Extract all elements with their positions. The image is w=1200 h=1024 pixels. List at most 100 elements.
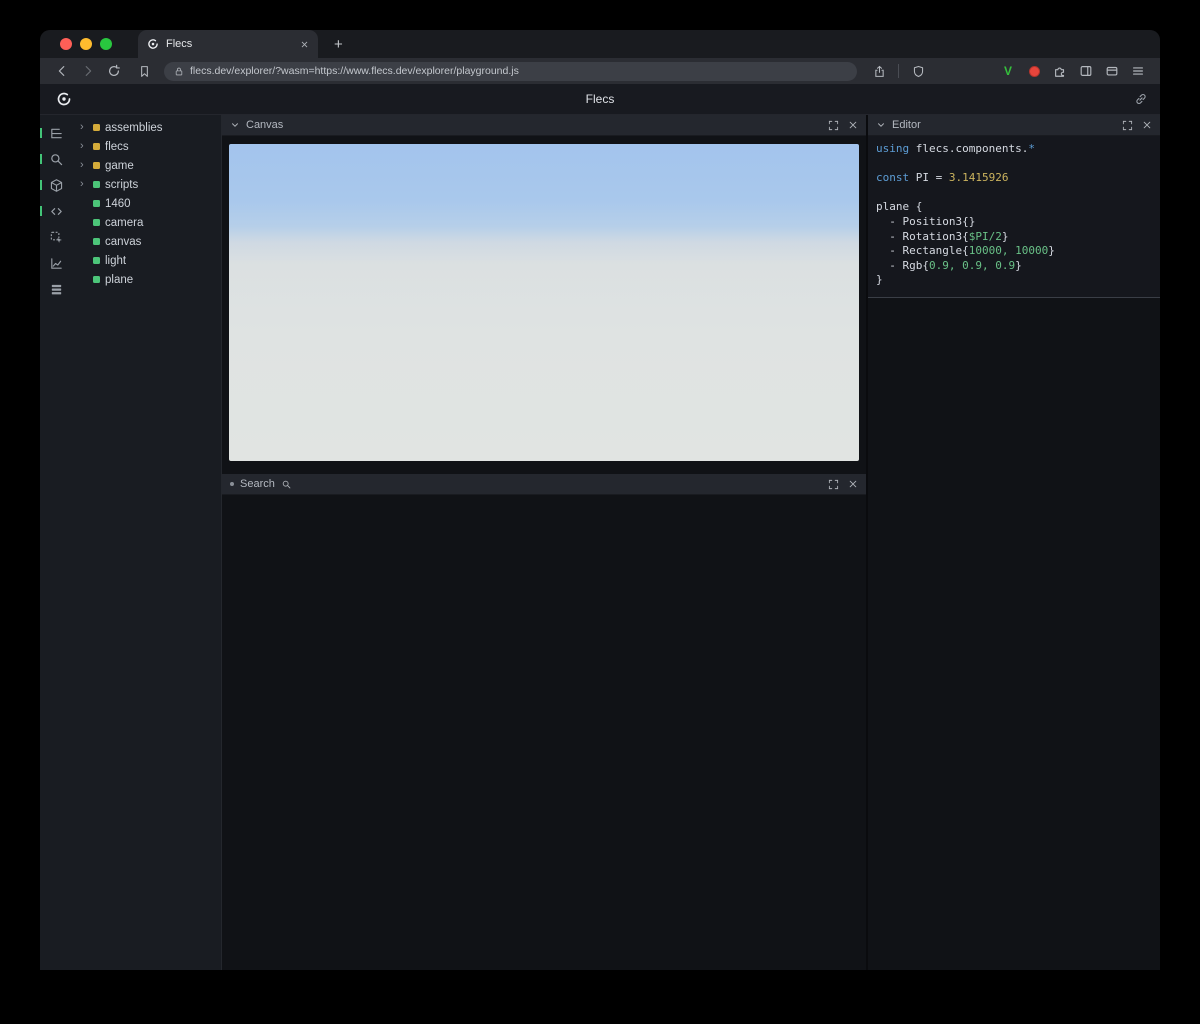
search-icon[interactable] (40, 146, 72, 172)
code-line[interactable]: using flecs.components.* (876, 142, 1160, 157)
red-extension-icon[interactable] (1024, 65, 1044, 77)
editor-panel-header: Editor (868, 115, 1160, 136)
tree-item-light[interactable]: light (72, 251, 221, 270)
close-panel-icon[interactable] (848, 120, 858, 131)
back-button[interactable] (52, 64, 72, 78)
bookmark-icon[interactable] (134, 65, 154, 78)
tree-item-label: plane (105, 273, 134, 286)
url-text: flecs.dev/explorer/?wasm=https://www.fle… (190, 65, 519, 77)
tab-close-icon[interactable] (300, 40, 309, 49)
tree-item-assemblies[interactable]: › assemblies (72, 118, 221, 137)
expand-arrow-icon[interactable]: › (80, 122, 88, 133)
expand-arrow-icon[interactable]: › (80, 141, 88, 152)
editor-code[interactable]: using flecs.components.* const PI = 3.14… (868, 136, 1160, 298)
expand-arrow-icon[interactable]: › (80, 179, 88, 190)
code-line[interactable] (876, 157, 1160, 172)
tab-bar: Flecs + (40, 30, 1160, 58)
icon-rail (40, 115, 72, 970)
tree-item-camera[interactable]: camera (72, 213, 221, 232)
search-panel-header[interactable]: Search (222, 474, 866, 495)
puzzle-extensions-icon[interactable] (1050, 64, 1070, 78)
canvas-panel-body (222, 136, 866, 461)
close-window-button[interactable] (60, 38, 72, 50)
magnifier-icon (281, 479, 292, 490)
traffic-lights (60, 38, 112, 50)
entity-color-swatch (93, 200, 100, 207)
tree-item-label: scripts (105, 178, 139, 191)
page-title: Flecs (585, 92, 615, 106)
inspect-cursor-icon[interactable] (40, 224, 72, 250)
expand-arrow-icon[interactable]: › (80, 160, 88, 171)
tree-item-label: assemblies (105, 121, 163, 134)
close-panel-icon[interactable] (1142, 120, 1152, 131)
expand-panel-icon[interactable] (1122, 120, 1133, 131)
entity-color-swatch (93, 143, 100, 150)
minimize-window-button[interactable] (80, 38, 92, 50)
reload-button[interactable] (104, 64, 124, 78)
close-panel-icon[interactable] (848, 479, 858, 490)
entity-color-swatch (93, 219, 100, 226)
code-line[interactable]: plane { (876, 200, 1160, 215)
canvas-3d-viewport[interactable] (229, 144, 859, 461)
editor-panel-title: Editor (892, 119, 921, 131)
search-panel-title: Search (240, 478, 275, 490)
new-tab-button[interactable]: + (334, 37, 343, 52)
share-icon[interactable] (869, 65, 889, 78)
entity-color-swatch (93, 238, 100, 245)
code-line[interactable] (876, 186, 1160, 201)
tree-item-plane[interactable]: plane (72, 270, 221, 289)
tree-item-scripts[interactable]: › scripts (72, 175, 221, 194)
right-empty-area (868, 297, 1160, 970)
expand-panel-icon[interactable] (828, 120, 839, 131)
chevron-down-icon[interactable] (230, 120, 240, 130)
rows-icon[interactable] (40, 276, 72, 302)
entity-color-swatch (93, 276, 100, 283)
forward-button[interactable] (78, 64, 98, 78)
canvas-panel-title: Canvas (246, 119, 284, 131)
url-bar[interactable]: flecs.dev/explorer/?wasm=https://www.fle… (164, 61, 857, 81)
tree-item-label: 1460 (105, 197, 131, 210)
tab-flecs[interactable]: Flecs (138, 30, 318, 58)
tree-panel: › assemblies › flecs › game › scripts 1460 camera… (72, 115, 222, 970)
nav-bar: flecs.dev/explorer/?wasm=https://www.fle… (40, 58, 1160, 84)
code-line[interactable]: } (876, 273, 1160, 288)
tree-item-label: camera (105, 216, 144, 229)
tree-item-label: canvas (105, 235, 142, 248)
tree-item-game[interactable]: › game (72, 156, 221, 175)
tree-item-label: game (105, 159, 134, 172)
code-line[interactable]: - Position3{} (876, 215, 1160, 230)
nav-divider (898, 64, 899, 78)
expand-panel-icon[interactable] (828, 479, 839, 490)
code-line[interactable]: - Rgb{0.9, 0.9, 0.9} (876, 259, 1160, 274)
tree-item-canvas[interactable]: canvas (72, 232, 221, 251)
permalink-icon[interactable] (1134, 92, 1148, 106)
entity-color-swatch (93, 181, 100, 188)
zoom-window-button[interactable] (100, 38, 112, 50)
code-icon[interactable] (40, 198, 72, 224)
app-content: › assemblies › flecs › game › scripts 1460 camera… (40, 115, 1160, 970)
chevron-down-icon[interactable] (876, 120, 886, 130)
flecs-logo-icon[interactable] (56, 91, 72, 107)
flecs-favicon (147, 38, 159, 50)
sidebar-toggle-icon[interactable] (1076, 64, 1096, 78)
code-line[interactable]: - Rectangle{10000, 10000} (876, 244, 1160, 259)
code-line[interactable]: const PI = 3.1415926 (876, 171, 1160, 186)
tree-item-label: flecs (105, 140, 129, 153)
code-line[interactable]: - Rotation3{$PI/2} (876, 230, 1160, 245)
canvas-panel-header: Canvas (222, 115, 866, 136)
tab-title: Flecs (166, 38, 193, 50)
entity-color-swatch (93, 124, 100, 131)
browser-window: Flecs + flecs.dev/explorer/?wasm=https:/… (40, 30, 1160, 970)
tree-item-label: light (105, 254, 127, 267)
panel-dot-icon (230, 482, 234, 486)
wallet-icon[interactable] (1102, 64, 1122, 78)
cube-3d-icon[interactable] (40, 172, 72, 198)
tree-item-1460[interactable]: 1460 (72, 194, 221, 213)
vimium-extension-icon[interactable]: V (998, 64, 1018, 78)
tree-item-flecs[interactable]: › flecs (72, 137, 221, 156)
chart-icon[interactable] (40, 250, 72, 276)
menu-hamburger-icon[interactable] (1128, 64, 1148, 78)
app-header: Flecs (40, 84, 1160, 115)
tree-view-icon[interactable] (40, 120, 72, 146)
shield-icon[interactable] (908, 65, 928, 78)
